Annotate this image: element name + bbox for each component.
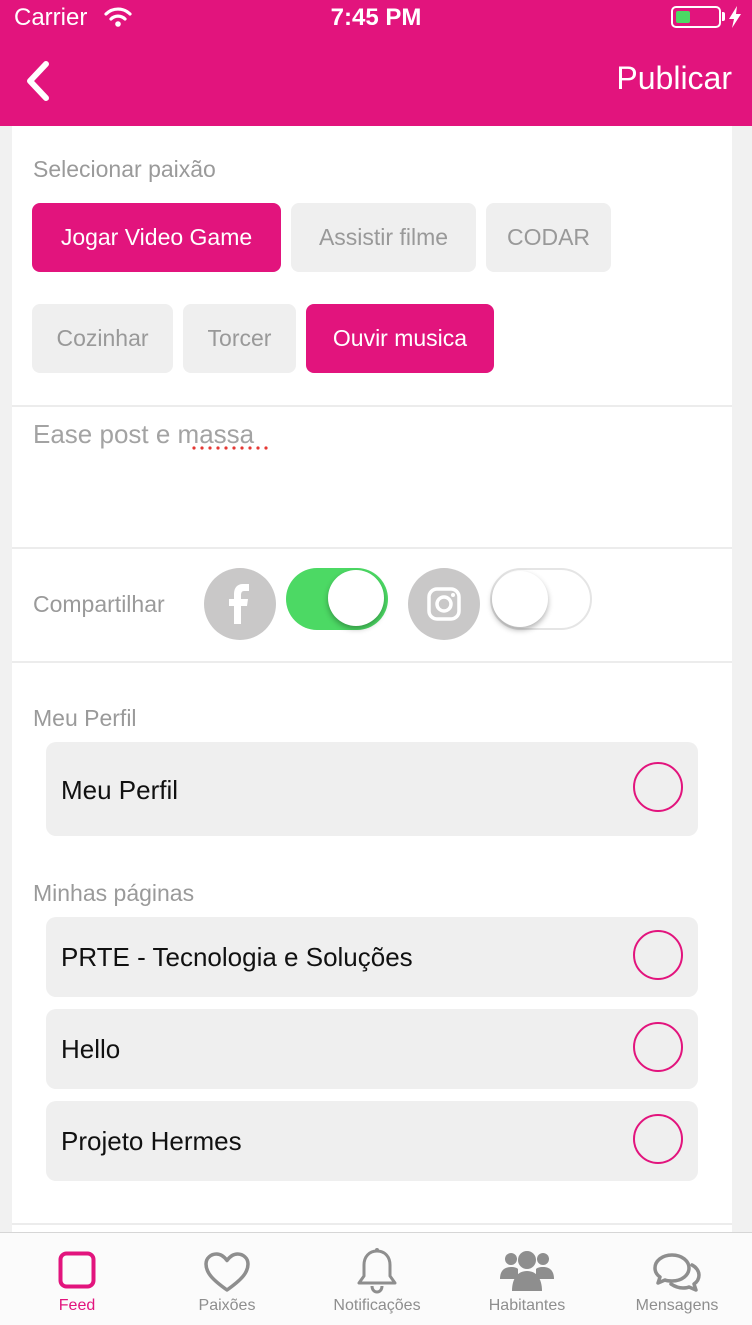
share-label: Compartilhar — [33, 591, 165, 617]
passion-chip-torcer[interactable]: Torcer — [183, 304, 296, 373]
option-label: Meu Perfil — [61, 775, 179, 805]
divider — [12, 661, 732, 663]
feed-icon — [58, 1251, 96, 1289]
right-gutter — [732, 126, 752, 1232]
passion-chip-ouvir-musica[interactable]: Ouvir musica — [306, 304, 494, 373]
pages-section-label: Minhas páginas — [33, 880, 195, 906]
radio-button[interactable] — [633, 1022, 683, 1072]
divider — [12, 1223, 732, 1225]
option-label: Hello — [61, 1034, 121, 1064]
passion-chip-jogar-video-game[interactable]: Jogar Video Game — [32, 203, 281, 272]
divider — [12, 547, 732, 549]
page-option-hello[interactable]: Hello — [46, 1009, 698, 1089]
instagram-icon — [408, 568, 480, 640]
clock: 7:45 PM — [330, 4, 422, 31]
left-gutter — [0, 126, 12, 1232]
bell-icon — [357, 1248, 397, 1294]
chip-label: Ouvir musica — [332, 325, 468, 351]
chip-label: Cozinhar — [56, 325, 149, 351]
radio-button[interactable] — [633, 762, 683, 812]
back-button[interactable] — [22, 58, 62, 104]
tab-notificacoes[interactable]: Notificações — [302, 1233, 452, 1325]
tab-bar: Feed Paixões Notificações Habitantes Men… — [0, 1232, 752, 1325]
nav-header: Carrier 7:45 PM Publicar — [0, 0, 752, 126]
toggle-knob — [492, 571, 548, 627]
passion-chip-assistir-filme[interactable]: Assistir filme — [291, 203, 476, 272]
chip-label: Assistir filme — [318, 224, 449, 250]
facebook-share-toggle[interactable] — [286, 568, 388, 630]
tab-label: Notificações — [333, 1297, 421, 1314]
chip-label: Jogar Video Game — [60, 224, 253, 250]
heart-icon — [204, 1252, 250, 1292]
facebook-icon — [204, 568, 276, 640]
chip-label: CODAR — [506, 224, 591, 250]
post-text-input[interactable] — [33, 418, 713, 528]
passion-chip-cozinhar[interactable]: Cozinhar — [32, 304, 173, 373]
chip-label: Torcer — [207, 325, 272, 351]
option-label: PRTE - Tecnologia e Soluções — [61, 942, 413, 972]
publish-button[interactable]: Publicar — [616, 60, 732, 97]
passion-section-label: Selecionar paixão — [33, 156, 216, 182]
chat-bubbles-icon — [653, 1253, 701, 1292]
battery-icon — [671, 6, 721, 28]
battery-level — [676, 11, 690, 23]
tab-label: Habitantes — [488, 1297, 566, 1314]
divider — [12, 405, 732, 407]
profile-option-meu-perfil[interactable]: Meu Perfil — [46, 742, 698, 836]
profile-section-label: Meu Perfil — [33, 705, 137, 731]
status-bar: Carrier 7:45 PM — [0, 0, 752, 40]
chevron-left-icon — [27, 61, 49, 101]
tab-habitantes[interactable]: Habitantes — [452, 1233, 602, 1325]
passion-chip-codar[interactable]: CODAR — [486, 203, 611, 272]
post-form: Selecionar paixão Jogar Video Game Assis… — [12, 126, 732, 1232]
tab-paixoes[interactable]: Paixões — [152, 1233, 302, 1325]
option-label: Projeto Hermes — [61, 1126, 242, 1156]
tab-label: Paixões — [198, 1297, 256, 1314]
charging-icon — [728, 6, 742, 33]
radio-button[interactable] — [633, 1114, 683, 1164]
toggle-knob — [328, 570, 384, 626]
tab-mensagens[interactable]: Mensagens — [602, 1233, 752, 1325]
battery-cap — [722, 12, 725, 21]
page-option-prte[interactable]: PRTE - Tecnologia e Soluções — [46, 917, 698, 997]
tab-label: Mensagens — [635, 1297, 719, 1314]
radio-button[interactable] — [633, 930, 683, 980]
instagram-share-toggle[interactable] — [490, 568, 592, 630]
page-option-projeto-hermes[interactable]: Projeto Hermes — [46, 1101, 698, 1181]
tab-label: Feed — [58, 1297, 96, 1314]
people-icon — [500, 1251, 554, 1291]
tab-feed[interactable]: Feed — [2, 1233, 152, 1325]
spellcheck-underline — [192, 446, 268, 450]
